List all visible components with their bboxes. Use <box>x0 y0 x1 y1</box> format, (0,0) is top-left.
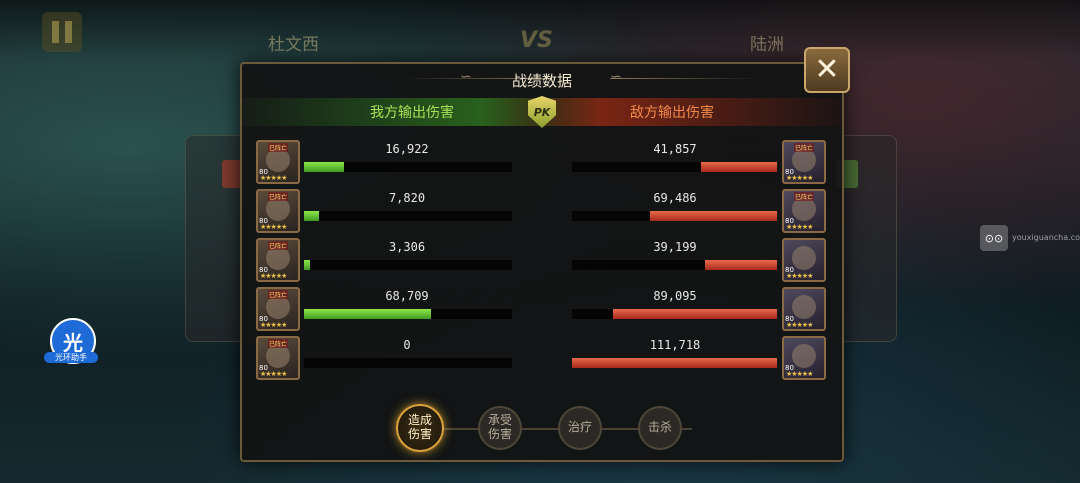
enemy-hero-stars: ★★★★★ <box>786 370 813 378</box>
enemy-hero-status: 已阵亡 <box>794 143 815 152</box>
ally-hero-stars: ★★★★★ <box>260 272 287 280</box>
enemy-damage-bar-track <box>572 162 777 172</box>
enemy-hero-avatar[interactable]: 80 ★★★★★ <box>782 238 826 282</box>
enemy-hero-stars: ★★★★★ <box>786 272 813 280</box>
enemy-hero-stars: ★★★★★ <box>786 321 813 329</box>
stat-tab-label: 治疗 <box>567 420 592 435</box>
ally-damage-bar-fill <box>304 162 344 172</box>
enemy-hero-portrait <box>792 344 816 368</box>
enemy-damage-bar-fill <box>613 309 777 319</box>
enemy-hero-status: 已阵亡 <box>794 192 815 201</box>
helper-app-label: 光环助手 <box>44 352 98 363</box>
enemy-damage-bar-fill <box>649 211 777 221</box>
enemy-damage-bar-track <box>572 260 777 270</box>
enemy-damage-value: 41,857 <box>653 142 697 156</box>
dialog-title: 战绩数据 <box>511 72 572 90</box>
ally-hero-status: 已阵亡 <box>268 143 289 152</box>
stat-tab-label: 造成 伤害 <box>407 413 432 441</box>
ally-hero-avatar[interactable]: 已阵亡 80 ★★★★★ <box>256 140 300 184</box>
ally-damage-header: 我方输出伤害 <box>370 105 454 121</box>
ally-damage-bar-track <box>304 309 512 319</box>
enemy-damage-value: 69,486 <box>653 191 697 205</box>
ally-damage-value: 3,306 <box>388 240 426 254</box>
stat-tab[interactable]: 承受 伤害 <box>478 406 522 450</box>
ally-hero-avatar[interactable]: 已阵亡 80 ★★★★★ <box>256 287 300 331</box>
ally-hero-status: 已阵亡 <box>268 241 289 250</box>
stat-tab[interactable]: 击杀 <box>638 406 682 450</box>
vs-label: VS <box>520 28 553 53</box>
ally-damage-bar-track <box>304 162 512 172</box>
ally-hero-status: 已阵亡 <box>268 290 289 299</box>
ally-damage-bar-track <box>304 260 512 270</box>
enemy-damage-bar-fill <box>572 358 777 368</box>
ally-hero-stars: ★★★★★ <box>260 223 287 231</box>
ally-damage-value: 7,820 <box>388 191 426 205</box>
watermark-text: youxiguancha.com <box>1012 233 1080 242</box>
ally-damage-bar-fill <box>304 260 311 270</box>
ally-hero-stars: ★★★★★ <box>260 174 287 182</box>
enemy-hero-avatar[interactable]: 80 ★★★★★ <box>782 287 826 331</box>
watermark: ⊙⊙ youxiguancha.com <box>980 225 1080 251</box>
enemy-damage-value: 39,199 <box>653 240 697 254</box>
ally-damage-value: 0 <box>403 338 411 352</box>
enemy-hero-stars: ★★★★★ <box>786 223 813 231</box>
enemy-hero-portrait <box>792 295 816 319</box>
ally-damage-bar-track <box>304 211 512 221</box>
ally-hero-status: 已阵亡 <box>268 339 289 348</box>
ally-hero-stars: ★★★★★ <box>260 370 287 378</box>
stat-tab[interactable]: 治疗 <box>558 406 602 450</box>
watermark-logo-icon: ⊙⊙ <box>980 225 1008 251</box>
pause-button[interactable] <box>42 12 82 52</box>
ally-damage-value: 16,922 <box>385 142 429 156</box>
enemy-damage-bar-track <box>572 309 777 319</box>
enemy-hero-avatar[interactable]: 80 ★★★★★ <box>782 336 826 380</box>
stat-tab-label: 击杀 <box>647 420 672 435</box>
enemy-hero-avatar[interactable]: 已阵亡 80 ★★★★★ <box>782 140 826 184</box>
close-button[interactable]: ✕ <box>804 47 850 93</box>
battle-stats-dialog: ∽ ∽ 战绩数据 ✕ 我方输出伤害 敌方输出伤害 PK 已阵亡 80 ★★★★★… <box>240 47 850 462</box>
damage-row: 已阵亡 80 ★★★★★ 0 111,718 80 ★★★★★ <box>242 336 842 382</box>
enemy-damage-bar-track <box>572 358 777 368</box>
right-player-name: 陆洲 <box>750 35 784 55</box>
damage-row: 已阵亡 80 ★★★★★ 68,709 89,095 80 ★★★★★ <box>242 287 842 333</box>
enemy-damage-bar-fill <box>701 162 777 172</box>
enemy-damage-value: 111,718 <box>649 338 701 352</box>
enemy-damage-bar-track <box>572 211 777 221</box>
ally-damage-bar-fill <box>304 211 319 221</box>
ally-hero-stars: ★★★★★ <box>260 321 287 329</box>
ally-hero-avatar[interactable]: 已阵亡 80 ★★★★★ <box>256 189 300 233</box>
ally-damage-bar-track <box>304 358 512 368</box>
stat-tab[interactable]: 造成 伤害 <box>396 404 444 452</box>
damage-row: 已阵亡 80 ★★★★★ 7,820 69,486 已阵亡 80 ★★★★★ <box>242 189 842 235</box>
ally-damage-bar-fill <box>304 309 431 319</box>
damage-row: 已阵亡 80 ★★★★★ 16,922 41,857 已阵亡 80 ★★★★★ <box>242 140 842 186</box>
ally-hero-avatar[interactable]: 已阵亡 80 ★★★★★ <box>256 238 300 282</box>
enemy-damage-header: 敌方输出伤害 <box>630 105 714 121</box>
damage-row: 已阵亡 80 ★★★★★ 3,306 39,199 80 ★★★★★ <box>242 238 842 284</box>
ally-hero-avatar[interactable]: 已阵亡 80 ★★★★★ <box>256 336 300 380</box>
helper-app-button[interactable]: 光 光环助手 <box>44 318 98 368</box>
ally-hero-status: 已阵亡 <box>268 192 289 201</box>
enemy-damage-bar-fill <box>705 260 777 270</box>
enemy-damage-value: 89,095 <box>653 289 697 303</box>
close-icon: ✕ <box>814 52 840 87</box>
enemy-hero-avatar[interactable]: 已阵亡 80 ★★★★★ <box>782 189 826 233</box>
enemy-hero-stars: ★★★★★ <box>786 174 813 182</box>
enemy-hero-portrait <box>792 246 816 270</box>
stat-tab-label: 承受 伤害 <box>487 413 512 441</box>
ally-damage-value: 68,709 <box>385 289 429 303</box>
left-player-name: 杜文西 <box>268 35 319 55</box>
